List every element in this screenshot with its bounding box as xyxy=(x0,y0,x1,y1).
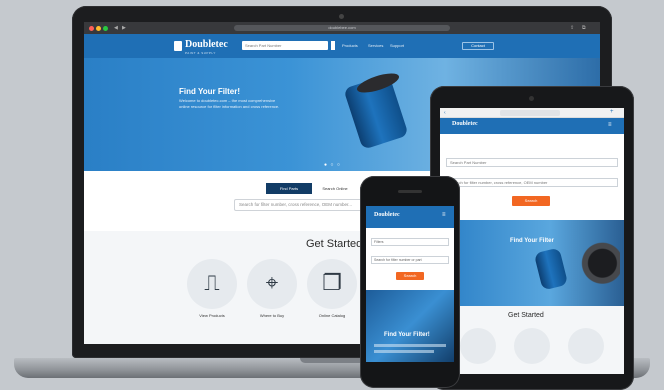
tablet-search-button[interactable]: Search xyxy=(512,196,550,206)
share-icon[interactable]: ⇪ xyxy=(570,25,574,31)
site-header: Doubletec PAINT & SUPPLY Search Part Num… xyxy=(84,34,600,58)
tablet-get-started-heading: Get Started xyxy=(508,312,544,319)
tablet-logo[interactable]: Doubletec xyxy=(452,121,478,127)
search-icon[interactable] xyxy=(331,41,335,50)
phone-logo[interactable]: Doubletec xyxy=(374,212,400,218)
where-to-buy-label[interactable]: Where to Buy xyxy=(242,313,302,318)
phone-search-button[interactable]: Search xyxy=(396,272,424,280)
phone-site-header: Doubletec ≡ xyxy=(366,206,454,228)
tab-search-online[interactable]: Search Online xyxy=(312,183,358,194)
laptop-camera xyxy=(339,14,344,19)
online-catalog-card[interactable]: ❐ xyxy=(307,259,357,309)
phone-hero-title: Find Your Filter! xyxy=(384,332,430,338)
minimize-window-icon[interactable] xyxy=(96,26,101,31)
phone-speaker xyxy=(398,190,422,193)
phone-hero-banner: Find Your Filter! xyxy=(366,290,454,362)
maximize-window-icon[interactable] xyxy=(103,26,108,31)
nav-link-products[interactable]: Products xyxy=(342,43,358,48)
carousel-dots[interactable]: ● ○ ○ xyxy=(324,162,341,168)
tablet-where-to-buy-card[interactable] xyxy=(514,328,550,364)
filter-icon: ⎍ xyxy=(204,271,220,296)
forward-icon[interactable]: ▶ xyxy=(122,25,126,31)
hero-title: Find Your Filter! xyxy=(179,87,241,96)
hero-text-line-2: online resource for filter information a… xyxy=(179,104,280,109)
address-bar-text: doublebee.com xyxy=(328,25,356,30)
tab-find-parts[interactable]: Find Parts xyxy=(266,183,312,194)
tablet-address-bar[interactable] xyxy=(500,110,560,116)
contact-button[interactable]: Contact xyxy=(462,42,494,50)
back-icon[interactable]: ◀ xyxy=(114,25,118,31)
tablet-filter-image xyxy=(533,247,569,291)
tablet-site-header: Doubletec ≡ xyxy=(440,118,624,134)
logo-text: Doubletec xyxy=(185,39,228,50)
tablet-search-input[interactable]: Search Part Number xyxy=(446,158,618,167)
tablet-menu-icon[interactable]: ≡ xyxy=(608,122,612,128)
get-started-heading: Get Started xyxy=(306,238,363,250)
nav-link-services[interactable]: Services xyxy=(368,43,383,48)
phone-category-select[interactable]: Filters xyxy=(371,238,449,246)
tabs-icon[interactable]: ⧉ xyxy=(582,25,586,31)
logo-mark-icon xyxy=(174,41,182,51)
tablet-add-tab-icon[interactable]: + xyxy=(610,109,614,115)
logo-subtitle: PAINT & SUPPLY xyxy=(185,51,216,55)
view-products-label[interactable]: View Products xyxy=(182,313,242,318)
phone-screen: Doubletec ≡ Filters Search for filter nu… xyxy=(366,206,454,362)
online-catalog-label[interactable]: Online Catalog xyxy=(302,313,362,318)
browser-toolbar: ◀ ▶ doublebee.com ⇪ ⧉ xyxy=(84,22,600,34)
location-pin-icon: ⌖ xyxy=(265,271,279,296)
nav-link-support[interactable]: Support xyxy=(390,43,404,48)
tablet-catalog-card[interactable] xyxy=(568,328,604,364)
tablet-get-started-section: Get Started xyxy=(440,306,624,374)
view-products-card[interactable]: ⎍ xyxy=(187,259,237,309)
tablet-back-icon[interactable]: ‹ xyxy=(444,110,446,116)
where-to-buy-card[interactable]: ⌖ xyxy=(247,259,297,309)
address-bar[interactable]: doublebee.com xyxy=(234,25,450,31)
close-window-icon[interactable] xyxy=(89,26,94,31)
phone-search-input[interactable]: Search for filter number or part xyxy=(371,256,449,264)
tablet-screen: ‹ + Doubletec ≡ Search Part Number Searc… xyxy=(440,108,624,374)
tablet-camera xyxy=(529,96,534,101)
tablet-browser-bar: ‹ + xyxy=(440,108,624,118)
phone-hero-text-2 xyxy=(374,350,434,353)
tablet-hero-title: Find Your Filter xyxy=(510,238,554,244)
tablet-cross-reference-input[interactable]: Search for filter number, cross referenc… xyxy=(446,178,618,187)
header-search-input[interactable]: Search Part Number xyxy=(242,41,328,50)
hero-text-line-1: Welcome to doubletec.com – the most comp… xyxy=(179,98,276,103)
catalog-icon: ❐ xyxy=(322,271,342,296)
phone-hero-text xyxy=(374,344,446,347)
phone-menu-icon[interactable]: ≡ xyxy=(442,212,446,218)
tablet-hero-banner: Find Your Filter xyxy=(440,220,624,306)
tablet-products-card[interactable] xyxy=(460,328,496,364)
tablet-parts-image xyxy=(576,228,620,292)
